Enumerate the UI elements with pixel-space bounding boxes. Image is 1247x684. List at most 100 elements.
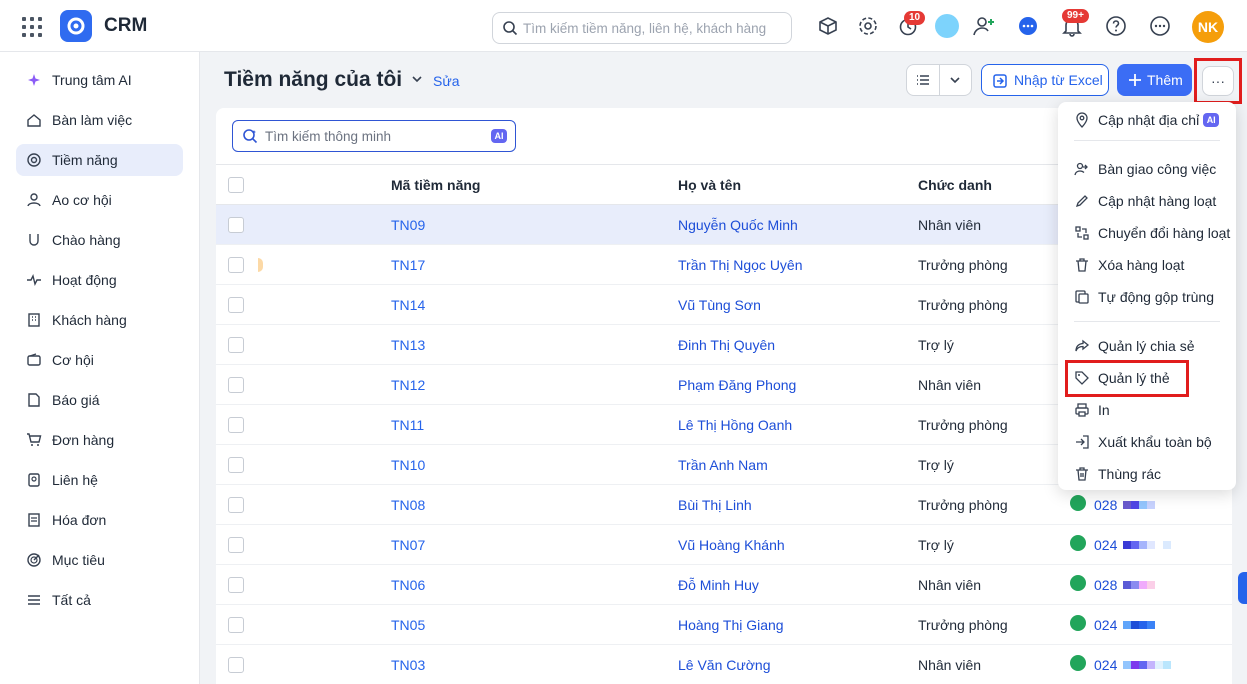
lead-code[interactable]: TN11 xyxy=(391,405,424,444)
lead-name[interactable]: Nguyễn Quốc Minh xyxy=(678,205,798,244)
sidebar-item-offers[interactable]: Chào hàng xyxy=(16,224,183,256)
row-checkbox[interactable] xyxy=(228,257,244,273)
menu-item-update-address[interactable]: Cập nhật địa chỉ AI xyxy=(1058,105,1236,135)
settings-gear-icon[interactable] xyxy=(856,14,880,38)
row-checkbox[interactable] xyxy=(228,417,244,433)
lead-name[interactable]: Vũ Tùng Sơn xyxy=(678,285,761,324)
add-button[interactable]: Thêm xyxy=(1117,64,1192,96)
drag-handle[interactable] xyxy=(258,258,263,272)
sidebar-item-ai-center[interactable]: Trung tâm AI xyxy=(16,64,183,96)
sidebar-item-customers[interactable]: Khách hàng xyxy=(16,304,183,336)
row-checkbox[interactable] xyxy=(228,577,244,593)
lead-code[interactable]: TN12 xyxy=(391,365,425,404)
lead-code[interactable]: TN07 xyxy=(391,525,425,564)
menu-item-bulk-delete[interactable]: Xóa hàng loạt xyxy=(1058,250,1236,280)
lead-code[interactable]: TN05 xyxy=(391,605,425,644)
column-header-name[interactable]: Họ và tên xyxy=(678,165,741,204)
lead-code[interactable]: TN17 xyxy=(391,245,425,284)
lead-name[interactable]: Bùi Thị Linh xyxy=(678,485,752,524)
row-checkbox[interactable] xyxy=(228,497,244,513)
lead-name[interactable]: Trần Thị Ngọc Uyên xyxy=(678,245,803,284)
lead-name[interactable]: Trần Anh Nam xyxy=(678,445,768,484)
sidebar-item-invoices[interactable]: Hóa đơn xyxy=(16,504,183,536)
menu-item-print[interactable]: In xyxy=(1058,395,1236,425)
lead-code[interactable]: TN13 xyxy=(391,325,425,364)
row-checkbox[interactable] xyxy=(228,657,244,673)
lead-name[interactable]: Đỗ Minh Huy xyxy=(678,565,759,604)
lead-name[interactable]: Đinh Thị Quyên xyxy=(678,325,775,364)
lead-name[interactable]: Hoàng Thị Giang xyxy=(678,605,784,644)
sidebar-item-all[interactable]: Tất cả xyxy=(16,584,183,616)
package-icon[interactable] xyxy=(816,14,840,38)
smart-search[interactable]: AI xyxy=(232,120,516,152)
lead-code[interactable]: TN03 xyxy=(391,645,425,684)
sidebar-item-quotes[interactable]: Báo giá xyxy=(16,384,183,416)
add-user-icon[interactable] xyxy=(972,14,996,38)
row-checkbox[interactable] xyxy=(228,377,244,393)
lead-name[interactable]: Lê Thị Hồng Oanh xyxy=(678,405,792,444)
app-launcher-icon[interactable] xyxy=(22,17,42,37)
global-search[interactable] xyxy=(492,12,792,44)
sidebar-item-opportunity-pool[interactable]: Ao cơ hội xyxy=(16,184,183,216)
row-checkbox[interactable] xyxy=(228,537,244,553)
table-row[interactable]: TN06 Đỗ Minh Huy Nhân viên 028 xyxy=(216,565,1232,605)
magnet-icon xyxy=(29,234,39,246)
sidebar-item-opportunities[interactable]: Cơ hội xyxy=(16,344,183,376)
menu-item-handover[interactable]: Bàn giao công việc xyxy=(1058,154,1236,184)
menu-item-bulk-update[interactable]: Cập nhật hàng loạt xyxy=(1058,186,1236,216)
help-icon[interactable] xyxy=(1104,14,1128,38)
crm-logo-icon[interactable] xyxy=(60,10,92,42)
smart-search-input[interactable] xyxy=(265,128,485,144)
lead-phone[interactable]: 024 xyxy=(1070,525,1172,564)
side-panel-toggle[interactable] xyxy=(1238,572,1247,604)
row-checkbox[interactable] xyxy=(228,337,244,353)
column-header-code[interactable]: Mã tiềm năng xyxy=(391,165,480,204)
sidebar-item-label: Chào hàng xyxy=(52,232,121,248)
lead-phone[interactable]: 024 xyxy=(1070,605,1172,644)
sidebar-item-orders[interactable]: Đơn hàng xyxy=(16,424,183,456)
chat-icon[interactable] xyxy=(1016,14,1040,38)
row-checkbox[interactable] xyxy=(228,217,244,233)
menu-item-export-all[interactable]: Xuất khẩu toàn bộ xyxy=(1058,427,1236,457)
user-avatar[interactable]: NK xyxy=(1192,11,1224,43)
phone-icon xyxy=(1070,494,1086,511)
row-checkbox[interactable] xyxy=(228,457,244,473)
row-checkbox[interactable] xyxy=(228,617,244,633)
table-row[interactable]: TN05 Hoàng Thị Giang Trưởng phòng 024 xyxy=(216,605,1232,645)
lead-name[interactable]: Phạm Đăng Phong xyxy=(678,365,796,404)
table-row[interactable]: TN08 Bùi Thị Linh Trưởng phòng 028 xyxy=(216,485,1232,525)
table-row[interactable]: TN07 Vũ Hoàng Khánh Trợ lý 024 xyxy=(216,525,1232,565)
view-switcher[interactable] xyxy=(906,64,972,96)
lead-code[interactable]: TN09 xyxy=(391,205,425,244)
edit-view-link[interactable]: Sửa xyxy=(433,73,460,89)
lead-code[interactable]: TN08 xyxy=(391,485,425,524)
menu-item-recycle-bin[interactable]: Thùng rác xyxy=(1058,459,1236,489)
chevron-down-icon[interactable] xyxy=(410,72,424,89)
sidebar-item-leads[interactable]: Tiềm năng xyxy=(16,144,183,176)
lead-name[interactable]: Lê Văn Cường xyxy=(678,645,771,684)
chevron-down-icon[interactable] xyxy=(940,65,972,95)
lead-code[interactable]: TN10 xyxy=(391,445,425,484)
more-apps-icon[interactable] xyxy=(1148,14,1172,38)
menu-item-bulk-convert[interactable]: Chuyển đổi hàng loạt xyxy=(1058,218,1236,248)
lead-phone[interactable]: 024 xyxy=(1070,645,1172,684)
sidebar-item-activities[interactable]: Hoạt động xyxy=(16,264,183,296)
global-search-input[interactable] xyxy=(523,20,783,36)
lead-phone[interactable]: 028 xyxy=(1070,485,1172,524)
lead-name[interactable]: Vũ Hoàng Khánh xyxy=(678,525,785,564)
list-view-icon[interactable] xyxy=(907,65,940,95)
menu-item-share-management[interactable]: Quản lý chia sẻ xyxy=(1058,331,1236,361)
sidebar-item-workspace[interactable]: Bàn làm việc xyxy=(16,104,183,136)
sidebar-item-contacts[interactable]: Liên hệ xyxy=(16,464,183,496)
column-header-title[interactable]: Chức danh xyxy=(918,165,992,204)
menu-item-auto-merge[interactable]: Tự động gộp trùng xyxy=(1058,282,1236,312)
select-all-checkbox[interactable] xyxy=(228,177,244,193)
row-checkbox[interactable] xyxy=(228,297,244,313)
table-row[interactable]: TN03 Lê Văn Cường Nhân viên 024 xyxy=(216,645,1232,684)
lead-phone[interactable]: 028 xyxy=(1070,565,1172,604)
lead-code[interactable]: TN14 xyxy=(391,285,425,324)
assistant-avatar-icon[interactable] xyxy=(935,14,959,38)
lead-code[interactable]: TN06 xyxy=(391,565,425,604)
sidebar-item-goals[interactable]: Mục tiêu xyxy=(16,544,183,576)
import-excel-button[interactable]: Nhập từ Excel xyxy=(981,64,1109,96)
